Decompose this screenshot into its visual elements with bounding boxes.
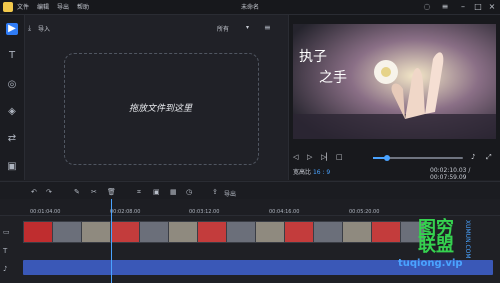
aspect-ratio[interactable]: 宽高比 16 : 9 [293,167,330,176]
menu-file[interactable]: 文件 [17,2,29,11]
ruler-label: 00:04:16.00 [269,209,300,215]
menu-export[interactable]: 导出 [57,2,69,11]
clip-thumb[interactable] [81,221,111,243]
timecode: 00:02:10.03 / 00:07:59.09 [430,167,471,181]
crop-icon[interactable]: ⌗ [137,188,141,197]
import-icon[interactable]: ⤓ [28,24,31,33]
export-icon[interactable]: ⇪ [212,188,218,196]
delete-icon[interactable]: 🗑 [107,188,116,196]
clip-thumb[interactable] [255,221,285,243]
ruler-label: 00:02:08.00 [110,209,141,215]
drop-text: 拖放文件到这里 [128,104,192,114]
mosaic-icon[interactable]: ▦ [170,188,177,196]
close-icon[interactable]: × [487,2,497,12]
pen-icon[interactable]: ✎ [74,188,80,196]
clip-thumb[interactable] [168,221,198,243]
overlay-text-1: 执子 [299,49,327,65]
import-button[interactable]: 导入 [38,24,50,33]
watermark-url: tuqiong.vip [398,258,463,269]
clip-thumb[interactable] [139,221,169,243]
clip-thumb[interactable] [110,221,140,243]
playhead[interactable] [111,199,112,283]
clip-thumb[interactable] [197,221,227,243]
filter-select[interactable]: 所有 ▾ [217,24,257,34]
undo-icon[interactable]: ↶ [31,188,37,196]
aspect-ratio-label: 宽高比 [293,169,312,176]
filter-value: 所有 [217,26,230,33]
cut-icon[interactable]: ✂ [91,188,97,196]
watermark-line2: 联盟 [418,235,454,256]
media-tab-icon[interactable]: ▶ [6,23,18,35]
window-title: 未命名 [240,4,259,11]
audio-track-icon: ♪ [3,265,8,273]
list-view-icon[interactable]: ≡ [264,23,271,32]
clip-thumb[interactable] [284,221,314,243]
menu-icon[interactable]: ≡ [440,2,450,12]
transitions-tab-icon[interactable]: ⇄ [6,133,18,145]
left-toolbar [0,15,25,180]
menu-edit[interactable]: 编辑 [37,2,49,11]
playback-progress[interactable] [373,155,463,161]
clip-thumb[interactable] [313,221,343,243]
export-button[interactable]: 导出 [224,189,236,198]
play-icon[interactable]: ▷ [307,153,312,161]
clip-thumb[interactable] [23,221,53,243]
next-frame-icon[interactable]: ▷▏ [321,153,332,161]
watermark-side-text: XUMUN.COM [464,220,471,259]
elements-tab-icon[interactable]: ▣ [6,161,18,173]
clock-icon[interactable]: ◷ [186,188,192,196]
redo-icon[interactable]: ↷ [46,188,52,196]
ruler-label: 00:03:12.00 [189,209,220,215]
clip-thumb[interactable] [52,221,82,243]
menu-help[interactable]: 帮助 [77,2,89,11]
record-icon[interactable]: ▣ [153,188,160,196]
volume-icon[interactable]: ♪ [471,153,475,161]
clip-thumb[interactable] [342,221,372,243]
overlay-text-2: 之手 [319,70,347,86]
time-ruler[interactable] [0,199,500,216]
ruler-label: 00:05:20.00 [349,209,380,215]
progress-knob[interactable] [383,155,390,161]
maximize-icon[interactable]: □ [473,2,483,12]
text-tab-icon[interactable]: T [6,50,18,62]
user-icon[interactable]: ◌ [422,2,432,12]
stop-icon[interactable]: □ [336,153,343,161]
fullscreen-icon[interactable]: ⤢ [486,153,492,162]
video-track-icon: ▭ [3,228,10,236]
chevron-down-icon: ▾ [246,24,250,31]
text-track-icon: T [3,247,8,255]
filters-tab-icon[interactable]: ◎ [6,79,18,91]
aspect-ratio-value: 16 : 9 [312,169,331,176]
clip-thumb[interactable] [371,221,401,243]
minimize-icon[interactable]: – [458,2,468,12]
clip-thumb[interactable] [226,221,256,243]
video-preview[interactable]: 执子 之手 [293,24,496,139]
prev-frame-icon[interactable]: ◁ [293,153,298,161]
overlays-tab-icon[interactable]: ◈ [6,106,18,118]
ruler-label: 00:01:04.00 [30,209,61,215]
video-clips[interactable] [23,221,425,243]
app-logo [3,2,13,12]
